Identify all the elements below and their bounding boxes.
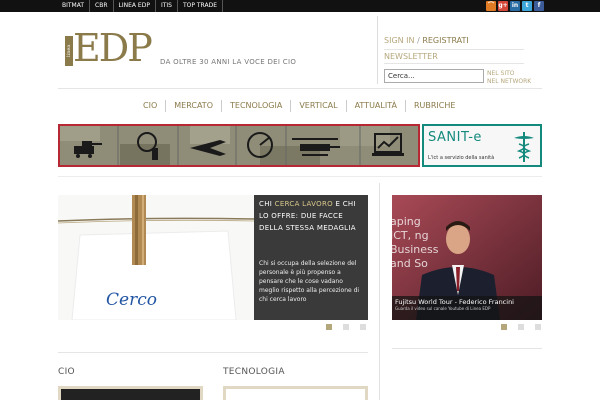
main-nav: CIO MERCATO TECNOLOGIA VERTICAL ATTUALIT… xyxy=(135,100,463,112)
linkedin-icon[interactable]: in xyxy=(510,1,520,11)
title-highlight: CERCA LAVORO xyxy=(274,200,333,208)
nav-item-tecnologia[interactable]: TECNOLOGIA xyxy=(222,100,292,112)
search-scope-network[interactable]: NEL NETWORK xyxy=(487,78,531,86)
caduceus-icon xyxy=(514,132,534,162)
google-plus-icon[interactable]: g+ xyxy=(498,1,508,11)
site-tagline: DA OLTRE 30 ANNI LA VOCE DEI CIO xyxy=(160,58,297,66)
network-link-itis[interactable]: ITIS xyxy=(156,0,178,12)
slider-pagination xyxy=(326,324,366,330)
network-link-top-trade[interactable]: TOP TRADE xyxy=(178,0,223,12)
top-network-bar: BITMAT CBR LINEA EDP ITIS TOP TRADE ⌒ g+ i… xyxy=(0,0,600,12)
nav-item-mercato[interactable]: MERCATO xyxy=(166,100,222,112)
nav-item-cio[interactable]: CIO xyxy=(135,100,167,112)
video-title[interactable]: Fujitsu World Tour - Federico Francini xyxy=(392,296,542,306)
video-dot-3[interactable] xyxy=(535,324,541,330)
featured-slide-excerpt: Chi si occupa della selezione del person… xyxy=(259,260,360,303)
video-caption[interactable]: Fujitsu World Tour - Federico Francini G… xyxy=(392,296,542,320)
featured-slide-title[interactable]: CHI CERCA LAVORO E CHI LO OFFRE: DUE FAC… xyxy=(259,198,363,234)
facebook-icon[interactable]: f xyxy=(534,1,544,11)
military-icons-graphic xyxy=(60,126,418,165)
military-banner-ad[interactable] xyxy=(58,124,420,167)
newsletter-link[interactable]: NEWSLETTER xyxy=(384,52,438,61)
cio-article-thumbnail[interactable] xyxy=(58,386,203,400)
nav-item-vertical[interactable]: VERTICAL xyxy=(291,100,347,112)
section-title-cio[interactable]: CIO xyxy=(58,367,75,377)
sanit-e-subtitle: L'ict a servizio della sanità xyxy=(428,155,495,161)
network-link-bitmat[interactable]: BITMAT xyxy=(58,0,91,12)
header-divider xyxy=(377,16,378,84)
video-background-text: aping ICT, ng Business and So xyxy=(392,215,439,270)
rss-icon[interactable]: ⌒ xyxy=(486,1,496,11)
video-dot-2[interactable] xyxy=(518,324,524,330)
account-separator: / xyxy=(417,36,420,45)
logo-linea-text: linea xyxy=(65,36,73,66)
nav-item-rubriche[interactable]: RUBRICHE xyxy=(406,100,463,112)
featured-slide-image[interactable]: Cerco xyxy=(58,195,254,320)
account-links: SIGN IN / REGISTRATI xyxy=(384,36,469,45)
section-rule xyxy=(58,352,368,353)
section-title-tecnologia[interactable]: TECNOLOGIA xyxy=(223,367,285,377)
sanit-e-banner-ad[interactable]: SANIT-e L'ict a servizio della sanità xyxy=(422,124,542,167)
video-subtitle: Guarda il video sul canale Youtube di Li… xyxy=(395,306,491,311)
slider-dot-1[interactable] xyxy=(326,324,332,330)
nav-top-rule xyxy=(58,88,542,89)
network-link-linea-edp[interactable]: LINEA EDP xyxy=(114,0,156,12)
card-handwritten-text: Cerco xyxy=(106,290,157,310)
sign-in-link[interactable]: SIGN IN xyxy=(384,36,415,45)
search-scope-site[interactable]: NEL SITO xyxy=(487,70,531,78)
header-rule xyxy=(384,49,524,50)
search-input[interactable] xyxy=(384,69,484,83)
tecnologia-article-thumbnail[interactable] xyxy=(223,386,368,400)
video-dot-1[interactable] xyxy=(501,324,507,330)
search-scope: NEL SITO NEL NETWORK xyxy=(487,70,531,86)
featured-slide-caption[interactable]: CHI CERCA LAVORO E CHI LO OFFRE: DUE FAC… xyxy=(254,195,368,320)
twitter-icon[interactable]: t xyxy=(522,1,532,11)
network-link-cbr[interactable]: CBR xyxy=(90,0,114,12)
slider-dot-2[interactable] xyxy=(343,324,349,330)
video-pagination xyxy=(501,324,541,330)
network-links: BITMAT CBR LINEA EDP ITIS TOP TRADE xyxy=(58,0,223,12)
sanit-e-title: SANIT-e xyxy=(428,130,482,145)
header-rule xyxy=(384,63,524,64)
site-logo[interactable]: linea EDP xyxy=(65,26,165,70)
title-part: CHI xyxy=(259,200,275,208)
column-divider xyxy=(379,183,380,400)
social-icons: ⌒ g+ in t f xyxy=(486,1,544,11)
section-rule xyxy=(392,348,542,349)
slider-dot-3[interactable] xyxy=(360,324,366,330)
nav-item-attualita[interactable]: ATTUALITÀ xyxy=(347,100,406,112)
register-link[interactable]: REGISTRATI xyxy=(422,36,468,45)
content-separator xyxy=(58,176,542,177)
logo-edp-text: EDP xyxy=(73,26,153,70)
